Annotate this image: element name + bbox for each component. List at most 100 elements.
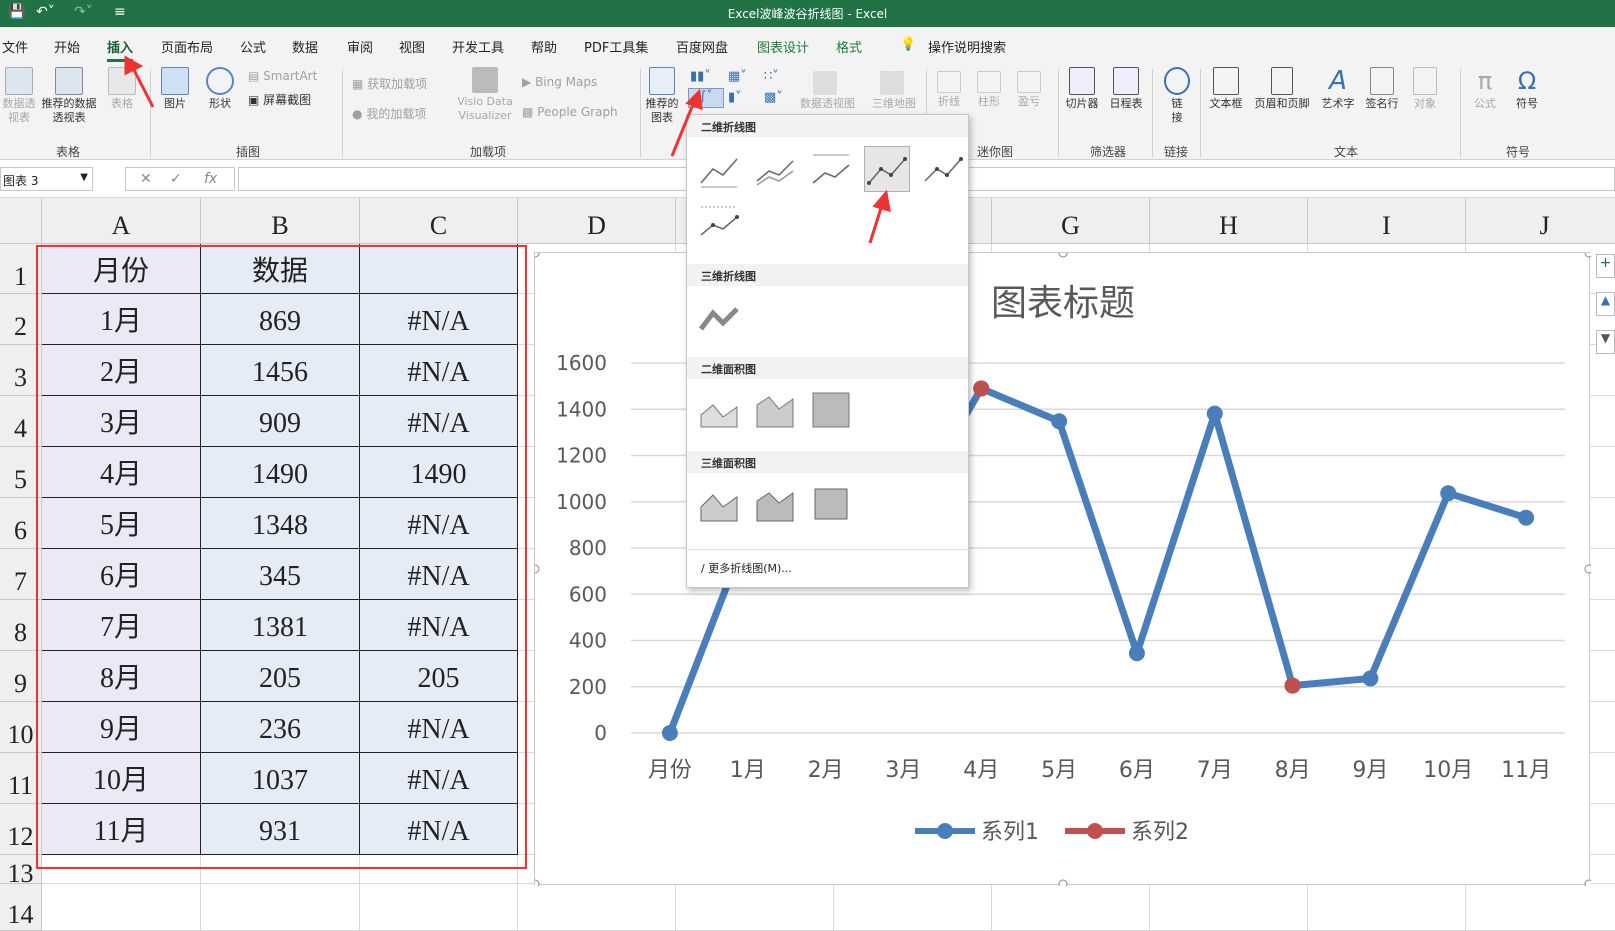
chart-elements-icon[interactable]: + bbox=[1596, 254, 1615, 278]
tab-baidu-netdisk[interactable]: 百度网盘 bbox=[676, 37, 728, 56]
recommended-charts-button[interactable]: 推荐的图表 bbox=[644, 67, 680, 125]
y-tick-label: 1200 bbox=[556, 444, 607, 468]
percent-line-markers-option[interactable] bbox=[697, 199, 741, 243]
pivot-table-label: 数据透视表 bbox=[2, 97, 36, 124]
resize-handle bbox=[1584, 879, 1594, 889]
percent-stacked-line-option[interactable] bbox=[809, 147, 853, 191]
line-chart-option[interactable] bbox=[697, 147, 741, 191]
signature-line-button[interactable]: 签名行 bbox=[1362, 67, 1402, 111]
tab-pdf-tools[interactable]: PDF工具集 bbox=[584, 37, 648, 56]
more-line-charts-link[interactable]: ∕ 更多折线图(M)... bbox=[701, 560, 792, 576]
tab-file[interactable]: 文件 bbox=[2, 37, 28, 56]
stat-chart-button[interactable]: ▮˅ bbox=[728, 90, 742, 105]
screenshot-label: 屏幕截图 bbox=[263, 93, 312, 107]
link-button[interactable]: 链接 bbox=[1160, 67, 1194, 125]
screenshot-icon: ▣ bbox=[248, 93, 260, 107]
row-header[interactable]: 14 bbox=[0, 884, 42, 931]
bing-maps-button[interactable]: ▶ Bing Maps bbox=[522, 75, 597, 89]
percent-line-markers-icon bbox=[700, 206, 739, 236]
get-addins-button[interactable]: ▦ 获取加载项 bbox=[352, 75, 427, 92]
column-header[interactable]: I bbox=[1308, 198, 1466, 244]
smartart-button[interactable]: ▤ SmartArt bbox=[248, 69, 317, 83]
line-with-markers-option[interactable] bbox=[864, 146, 910, 192]
recommended-charts-icon bbox=[649, 67, 675, 95]
table-button[interactable]: 表格 bbox=[104, 67, 140, 111]
tab-data[interactable]: 数据 bbox=[292, 37, 318, 56]
sparkline-line-button[interactable]: 折线 bbox=[932, 71, 966, 109]
symbol-button[interactable]: Ω 符号 bbox=[1510, 67, 1544, 111]
stacked-line-icon bbox=[756, 160, 794, 186]
column-header[interactable]: G bbox=[992, 198, 1150, 244]
sparkline-column-button[interactable]: 柱形 bbox=[972, 71, 1006, 109]
wordart-button[interactable]: A 艺术字 bbox=[1318, 67, 1358, 111]
x-tick-label: 月份 bbox=[648, 758, 692, 783]
3d-stacked-area-option[interactable] bbox=[753, 481, 797, 525]
undo-icon[interactable]: ↶˅ bbox=[36, 4, 55, 20]
slicer-button[interactable]: 切片器 bbox=[1062, 67, 1102, 111]
line-chart-button[interactable]: ∫˅ bbox=[688, 88, 724, 108]
percent-stacked-area-option[interactable] bbox=[809, 387, 853, 431]
column-header[interactable]: A bbox=[42, 198, 201, 244]
data-point bbox=[973, 380, 990, 397]
timeline-icon bbox=[1113, 67, 1139, 95]
redo-icon[interactable]: ↷˅ bbox=[74, 4, 93, 20]
shapes-button[interactable]: 形状 bbox=[200, 67, 240, 111]
equation-label: 公式 bbox=[1474, 97, 1496, 110]
column-header[interactable]: J bbox=[1466, 198, 1615, 244]
enter-icon[interactable]: ✓ bbox=[170, 171, 182, 187]
tab-help[interactable]: 帮助 bbox=[531, 37, 557, 56]
tab-page-layout[interactable]: 页面布局 bbox=[161, 37, 213, 56]
object-button[interactable]: 对象 bbox=[1408, 67, 1442, 111]
3d-map-button[interactable]: 三维地图 bbox=[872, 71, 916, 111]
my-addins-button[interactable]: ● 我的加载项 bbox=[352, 105, 426, 122]
customize-qat-icon[interactable]: ≡ bbox=[114, 4, 126, 20]
chart-styles-icon[interactable]: ▲ bbox=[1596, 292, 1615, 316]
column-header[interactable]: H bbox=[1150, 198, 1308, 244]
tab-formulas[interactable]: 公式 bbox=[240, 37, 266, 56]
tell-me-search[interactable]: 操作说明搜索 bbox=[928, 37, 1006, 56]
stacked-line-markers-option[interactable] bbox=[921, 147, 965, 191]
equation-button[interactable]: π 公式 bbox=[1468, 67, 1502, 111]
header-footer-button[interactable]: 页眉和页脚 bbox=[1250, 67, 1314, 111]
column-header[interactable]: B bbox=[201, 198, 360, 244]
chart-filter-icon[interactable]: ▼ bbox=[1596, 330, 1615, 354]
people-graph-button[interactable]: ▩ People Graph bbox=[522, 105, 618, 119]
tab-review[interactable]: 审阅 bbox=[347, 37, 373, 56]
tab-developer[interactable]: 开发工具 bbox=[452, 37, 504, 56]
stacked-area-option[interactable] bbox=[753, 387, 797, 431]
hierarchy-chart-button[interactable]: ▦˅ bbox=[728, 69, 747, 84]
pivot-chart-button[interactable]: 数据透视图 bbox=[800, 71, 855, 111]
cancel-icon[interactable]: ✕ bbox=[140, 171, 152, 187]
combo-chart-button[interactable]: ▩˅ bbox=[764, 90, 783, 105]
fx-icon[interactable]: fx bbox=[204, 171, 217, 187]
x-tick-label: 5月 bbox=[1041, 758, 1077, 783]
visio-button[interactable]: Visio Data Visualizer bbox=[455, 67, 515, 123]
pictures-button[interactable]: 图片 bbox=[155, 67, 195, 111]
area-option[interactable] bbox=[697, 387, 741, 431]
name-box[interactable]: 图表 3 ▼ bbox=[0, 167, 93, 191]
x-tick-label: 6月 bbox=[1119, 758, 1155, 783]
pivot-table-button[interactable]: 数据透视表 bbox=[2, 67, 36, 125]
textbox-icon bbox=[1213, 67, 1239, 95]
3d-percent-area-option[interactable] bbox=[809, 481, 853, 525]
screenshot-button[interactable]: ▣ 屏幕截图 bbox=[248, 91, 311, 108]
tab-format[interactable]: 格式 bbox=[836, 37, 862, 56]
sparkline-winloss-button[interactable]: 盈亏 bbox=[1012, 71, 1046, 109]
timeline-button[interactable]: 日程表 bbox=[1106, 67, 1146, 111]
column-header[interactable]: D bbox=[518, 198, 676, 244]
recommended-pivot-button[interactable]: 推荐的数据透视表 bbox=[38, 67, 100, 125]
column-header[interactable]: C bbox=[360, 198, 518, 244]
scatter-chart-button[interactable]: ∷˅ bbox=[764, 69, 779, 84]
tab-chart-design[interactable]: 图表设计 bbox=[757, 37, 809, 56]
line-markers-icon bbox=[867, 157, 907, 185]
column-chart-button[interactable]: ▮▮˅ bbox=[690, 69, 711, 84]
3d-line-option[interactable] bbox=[697, 295, 741, 339]
3d-area-option[interactable] bbox=[697, 481, 741, 525]
tab-insert[interactable]: 插入 bbox=[107, 37, 134, 62]
stacked-line-option[interactable] bbox=[753, 147, 797, 191]
tab-view[interactable]: 视图 bbox=[399, 37, 425, 56]
tab-home[interactable]: 开始 bbox=[54, 37, 80, 56]
select-all-corner[interactable] bbox=[0, 198, 42, 244]
save-icon[interactable]: 💾 bbox=[8, 4, 25, 20]
textbox-button[interactable]: 文本框 bbox=[1206, 67, 1246, 111]
